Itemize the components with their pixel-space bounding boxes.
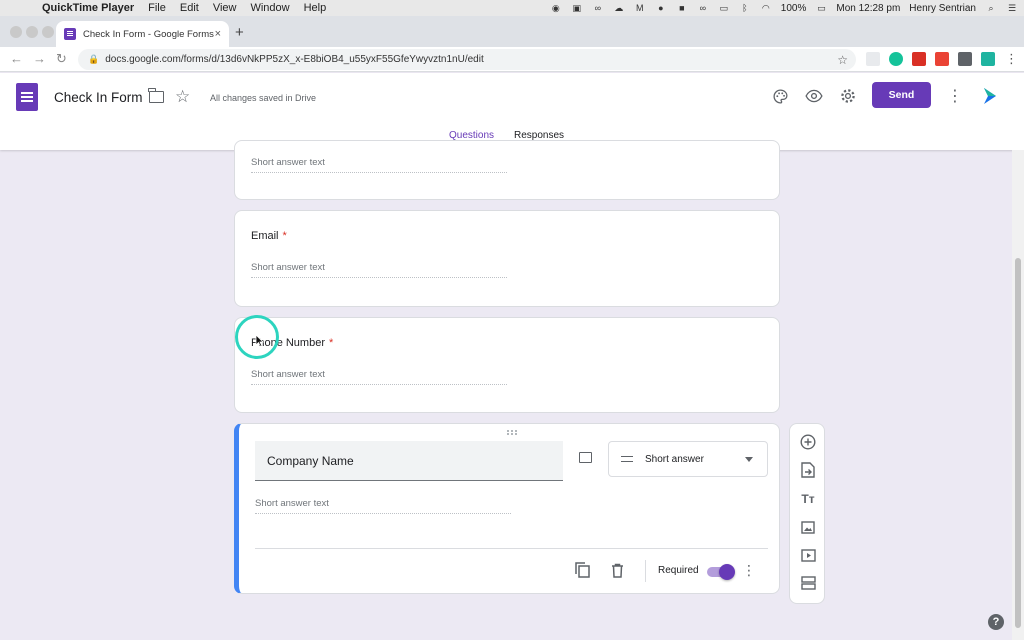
required-toggle[interactable]: [707, 564, 735, 580]
lock-icon: 🔒: [88, 54, 100, 64]
macos-menu-bar: QuickTime Player File Edit View Window H…: [0, 0, 1024, 16]
save-status: All changes saved in Drive: [210, 93, 317, 103]
add-question-icon[interactable]: [799, 433, 817, 451]
user-name[interactable]: Henry Sentrian: [909, 3, 976, 14]
import-questions-icon[interactable]: [799, 461, 817, 479]
bookmark-star-icon[interactable]: ☆: [837, 53, 848, 67]
forward-arrow-icon[interactable]: →: [33, 51, 46, 66]
battery-percent: 100%: [780, 2, 807, 14]
browser-toolbar: ← → ↻ 🔒 docs.google.com/forms/d/13d6vNkP…: [0, 47, 1024, 72]
add-section-icon[interactable]: [799, 574, 817, 592]
question-card-active[interactable]: Company Name Short answer Short answer t…: [234, 423, 780, 594]
browser-tab-active[interactable]: Check In Form - Google Forms ×: [56, 21, 229, 47]
google-forms-logo-icon[interactable]: [16, 83, 38, 111]
send-button[interactable]: Send: [872, 82, 931, 108]
footer-separator: [645, 560, 646, 582]
question-card-phone[interactable]: Phone Number * Short answer text: [234, 317, 780, 413]
clock[interactable]: Mon 12:28 pm: [836, 3, 900, 14]
menu-help[interactable]: Help: [304, 2, 327, 14]
addon-icon[interactable]: [980, 86, 1000, 106]
spotlight-icon[interactable]: ⌕: [985, 3, 997, 14]
question-toolbar: Tт: [789, 423, 825, 604]
creative-cloud-icon[interactable]: ∞: [592, 3, 604, 14]
cloud-icon[interactable]: ☁: [613, 3, 625, 14]
drag-handle-icon[interactable]: [507, 430, 517, 435]
menu-file[interactable]: File: [148, 2, 166, 14]
customize-theme-icon[interactable]: [770, 86, 790, 106]
short-answer-placeholder: Short answer text: [251, 369, 507, 385]
reload-icon[interactable]: ↻: [56, 51, 67, 67]
preview-eye-icon[interactable]: [804, 86, 824, 106]
delete-trash-icon[interactable]: [608, 561, 626, 579]
move-to-folder-icon[interactable]: [148, 88, 164, 103]
app-extension-icon[interactable]: [981, 52, 995, 66]
page-scrollbar[interactable]: [1012, 150, 1024, 640]
short-answer-placeholder: Short answer text: [255, 498, 511, 514]
url-text: docs.google.com/forms/d/13d6vNkPP5zX_x-E…: [105, 54, 484, 65]
airplay-icon[interactable]: ▭: [718, 3, 730, 14]
scrollbar-thumb[interactable]: [1015, 258, 1021, 628]
question-title-input[interactable]: Company Name: [255, 441, 563, 481]
more-options-icon[interactable]: ⋮: [945, 86, 965, 106]
add-video-icon[interactable]: [799, 546, 817, 564]
address-bar[interactable]: 🔒 docs.google.com/forms/d/13d6vNkPP5zX_x…: [78, 49, 856, 70]
duplicate-icon[interactable]: [573, 561, 591, 579]
forms-favicon-icon: [64, 28, 76, 40]
question-card[interactable]: Short answer text: [234, 140, 780, 200]
card-more-options-icon[interactable]: ⋮: [740, 561, 758, 579]
question-type-value: Short answer: [645, 453, 704, 465]
tab-close-icon[interactable]: ×: [215, 28, 221, 40]
pdf-extension-icon[interactable]: [935, 52, 949, 66]
short-answer-placeholder: Short answer text: [251, 157, 507, 173]
mail-icon[interactable]: M: [634, 3, 646, 14]
question-label: Email *: [251, 230, 287, 242]
wifi-icon[interactable]: ◠: [760, 3, 772, 14]
dropdown-arrow-icon: [745, 457, 753, 462]
record-icon[interactable]: ◉: [550, 3, 562, 14]
back-arrow-icon[interactable]: ←: [10, 51, 23, 66]
app2-tray-icon[interactable]: ■: [676, 3, 688, 14]
help-icon[interactable]: ?: [988, 614, 1004, 630]
battery-icon[interactable]: ▭: [815, 3, 827, 14]
add-image-icon[interactable]: [799, 518, 817, 536]
window-zoom-dot[interactable]: [42, 26, 54, 38]
camera-extension-icon[interactable]: [866, 52, 880, 66]
add-image-icon[interactable]: [579, 452, 592, 463]
glasses-icon[interactable]: ∞: [697, 3, 709, 14]
forms-header: Check In Form ☆ All changes saved in Dri…: [0, 73, 1024, 150]
app-tray-icon[interactable]: ▣: [571, 3, 583, 14]
menu-edit[interactable]: Edit: [180, 2, 199, 14]
required-asterisk: *: [282, 230, 287, 242]
browser-tab-strip: Check In Form - Google Forms × +: [0, 16, 1024, 47]
window-close-dot[interactable]: [10, 26, 22, 38]
puzzle-extensions-icon[interactable]: [958, 52, 972, 66]
form-title[interactable]: Check In Form: [54, 90, 143, 105]
notification-center-icon[interactable]: ☰: [1006, 3, 1018, 14]
question-type-dropdown[interactable]: Short answer: [608, 441, 768, 477]
grammarly-extension-icon[interactable]: [889, 52, 903, 66]
short-answer-placeholder: Short answer text: [251, 262, 507, 278]
menu-window[interactable]: Window: [250, 2, 289, 14]
menu-view[interactable]: View: [213, 2, 237, 14]
question-card-email[interactable]: Email * Short answer text: [234, 210, 780, 307]
mouse-pointer-icon: [255, 334, 264, 347]
required-asterisk: *: [329, 337, 334, 349]
add-title-text-icon[interactable]: Tт: [799, 490, 817, 508]
red-extension-icon[interactable]: [912, 52, 926, 66]
bluetooth-icon[interactable]: ᛒ: [739, 3, 751, 14]
settings-gear-icon[interactable]: [838, 86, 858, 106]
tab-title: Check In Form - Google Forms: [83, 28, 214, 40]
toggle-knob: [719, 564, 735, 580]
chrome-menu-icon[interactable]: ⋮: [1005, 51, 1018, 67]
card-footer-divider: [255, 548, 768, 549]
sync-icon[interactable]: ●: [655, 3, 667, 14]
required-label: Required: [658, 565, 699, 576]
star-icon[interactable]: ☆: [175, 87, 190, 107]
new-tab-button[interactable]: +: [235, 24, 244, 41]
window-minimize-dot[interactable]: [26, 26, 38, 38]
menu-app-name[interactable]: QuickTime Player: [42, 2, 134, 14]
short-answer-type-icon: [621, 456, 633, 462]
